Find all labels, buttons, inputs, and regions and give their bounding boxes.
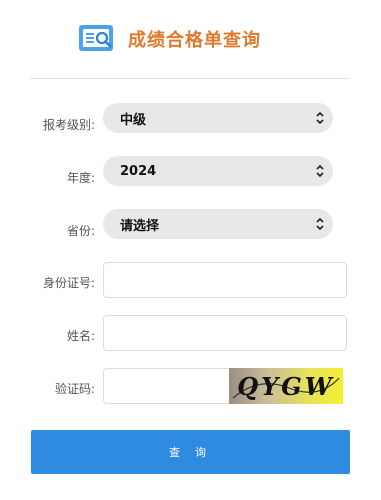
- chevron-updown-icon: [316, 111, 324, 125]
- chevron-updown-icon: [316, 164, 324, 178]
- header: 成绩合格单查询: [0, 0, 381, 80]
- province-select-value: 请选择: [120, 218, 160, 234]
- province-select[interactable]: 请选择: [103, 209, 333, 239]
- captcha-label: 验证码:: [54, 382, 95, 396]
- year-select[interactable]: 2024: [103, 156, 333, 186]
- id-number-label: 身份证号:: [42, 276, 95, 290]
- captcha-input[interactable]: [103, 368, 229, 404]
- level-select-value: 中级: [120, 112, 147, 128]
- search-document-icon: [79, 25, 113, 51]
- id-number-input[interactable]: [103, 262, 347, 298]
- year-label: 年度:: [66, 171, 95, 185]
- page-title: 成绩合格单查询: [128, 30, 261, 51]
- level-label: 报考级别:: [42, 118, 95, 132]
- header-divider: [30, 78, 350, 79]
- query-button[interactable]: 查 询: [31, 430, 350, 474]
- year-select-value: 2024: [120, 163, 157, 179]
- name-input[interactable]: [103, 315, 347, 351]
- captcha-image[interactable]: QYGW: [229, 368, 343, 404]
- chevron-updown-icon: [316, 217, 324, 231]
- province-label: 省份:: [66, 224, 95, 238]
- level-select[interactable]: 中级: [103, 103, 333, 133]
- name-label: 姓名:: [66, 329, 95, 343]
- captcha-text: QYGW: [237, 372, 335, 401]
